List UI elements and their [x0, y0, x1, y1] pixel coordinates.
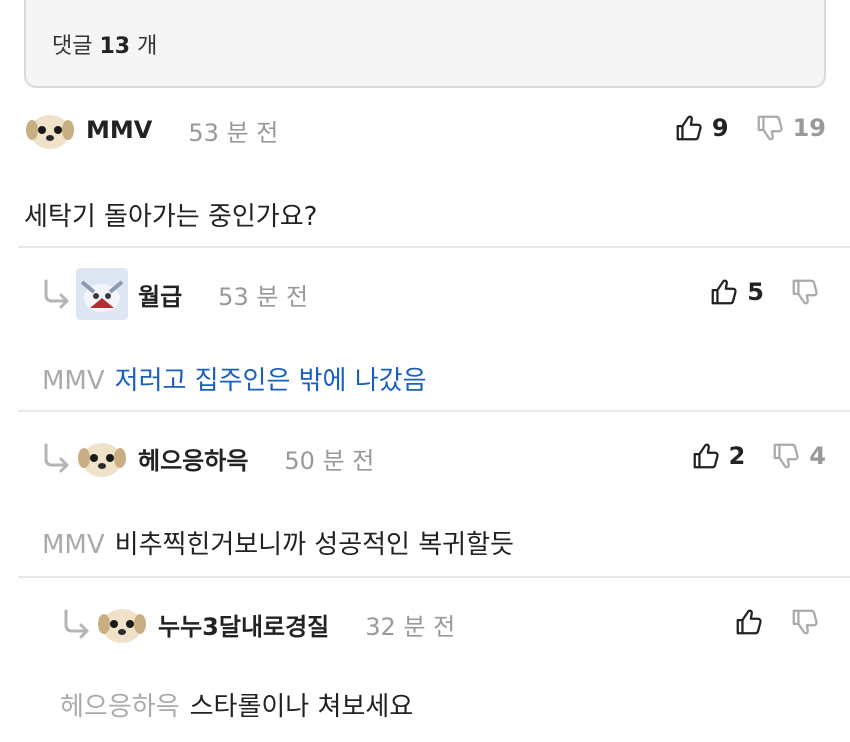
dislike-count: 19	[792, 114, 826, 142]
thumbs-down-icon	[792, 279, 818, 305]
avatar[interactable]	[24, 104, 76, 156]
thumbs-down-icon	[773, 443, 799, 469]
reply-arrow-icon	[44, 279, 69, 309]
comment-body: 비추찍힌거보니까 성공적인 복귀할듯	[114, 530, 514, 560]
reply-header: 헤으응하윽 50 분 전	[38, 430, 374, 486]
like-count: 2	[728, 442, 746, 470]
thumbs-up-icon	[693, 443, 719, 469]
thumbs-up-icon	[676, 115, 702, 141]
comment-body: 스타롤이나 쳐보세요	[189, 692, 414, 722]
comment-count-number: 13	[99, 34, 131, 59]
timestamp: 53 분 전	[188, 118, 279, 147]
comment-count-box: 댓글 13 개	[24, 0, 826, 88]
dog-avatar-icon	[24, 104, 76, 156]
dog-avatar-icon	[96, 598, 148, 650]
dislike-count: 4	[809, 442, 826, 470]
comment-count: 댓글 13 개	[52, 28, 157, 60]
timestamp: 50 분 전	[284, 446, 375, 475]
username[interactable]: 누누3달내로경질	[158, 607, 329, 642]
like-count: 5	[747, 278, 764, 306]
avatar[interactable]	[76, 432, 128, 484]
reply-arrow-icon	[64, 609, 89, 639]
thumbs-up-icon	[736, 609, 762, 635]
reply-header: 월급 53 분 전	[38, 266, 308, 322]
comment-text: 헤으응하윽 스타롤이나 쳐보세요	[60, 686, 413, 723]
divider	[18, 576, 850, 578]
username[interactable]: 헤으응하윽	[138, 441, 248, 476]
comment-text: MMV 저러고 집주인은 밖에 나갔음	[42, 360, 427, 397]
divider	[18, 246, 850, 248]
comment-header: MMV 53 분 전	[24, 102, 278, 158]
avatar[interactable]	[76, 268, 128, 320]
thumbs-down-icon	[792, 609, 818, 635]
mention[interactable]: MMV	[42, 530, 105, 560]
comment-count-prefix: 댓글	[52, 34, 93, 59]
vote-group: 5	[683, 264, 820, 320]
vote-group: 2 4	[665, 428, 826, 484]
vote-group: 9 19	[648, 100, 826, 156]
comment-count-suffix: 개	[137, 34, 158, 59]
comment-text: MMV 비추찍힌거보니까 성공적인 복귀할듯	[42, 524, 514, 561]
dislike-button[interactable]: 4	[771, 441, 826, 471]
reply-header: 누누3달내로경질 32 분 전	[58, 596, 455, 652]
character-avatar-icon	[76, 268, 128, 320]
dislike-button[interactable]: 19	[755, 113, 826, 143]
dog-avatar-icon	[76, 432, 128, 484]
mention[interactable]: 헤으응하윽	[60, 692, 180, 722]
reply-arrow-icon	[44, 443, 69, 473]
comment-text: 세탁기 돌아가는 중인가요?	[24, 196, 317, 233]
vote-group	[708, 594, 820, 650]
dislike-button[interactable]	[790, 607, 820, 637]
thumbs-up-icon	[711, 279, 737, 305]
timestamp: 32 분 전	[365, 612, 456, 641]
dislike-button[interactable]	[790, 277, 820, 307]
comment-body: 세탁기 돌아가는 중인가요?	[24, 202, 318, 232]
comment-body: 저러고 집주인은 밖에 나갔음	[114, 366, 427, 396]
timestamp: 53 분 전	[218, 282, 309, 311]
like-button[interactable]: 2	[691, 441, 746, 471]
like-button[interactable]	[734, 607, 764, 637]
divider	[18, 410, 850, 412]
avatar[interactable]	[96, 598, 148, 650]
thumbs-down-icon	[757, 115, 783, 141]
username[interactable]: 월급	[138, 277, 182, 312]
username[interactable]: MMV	[86, 116, 152, 144]
like-count: 9	[711, 114, 729, 142]
like-button[interactable]: 5	[709, 277, 764, 307]
like-button[interactable]: 9	[674, 113, 729, 143]
mention[interactable]: MMV	[42, 366, 105, 396]
